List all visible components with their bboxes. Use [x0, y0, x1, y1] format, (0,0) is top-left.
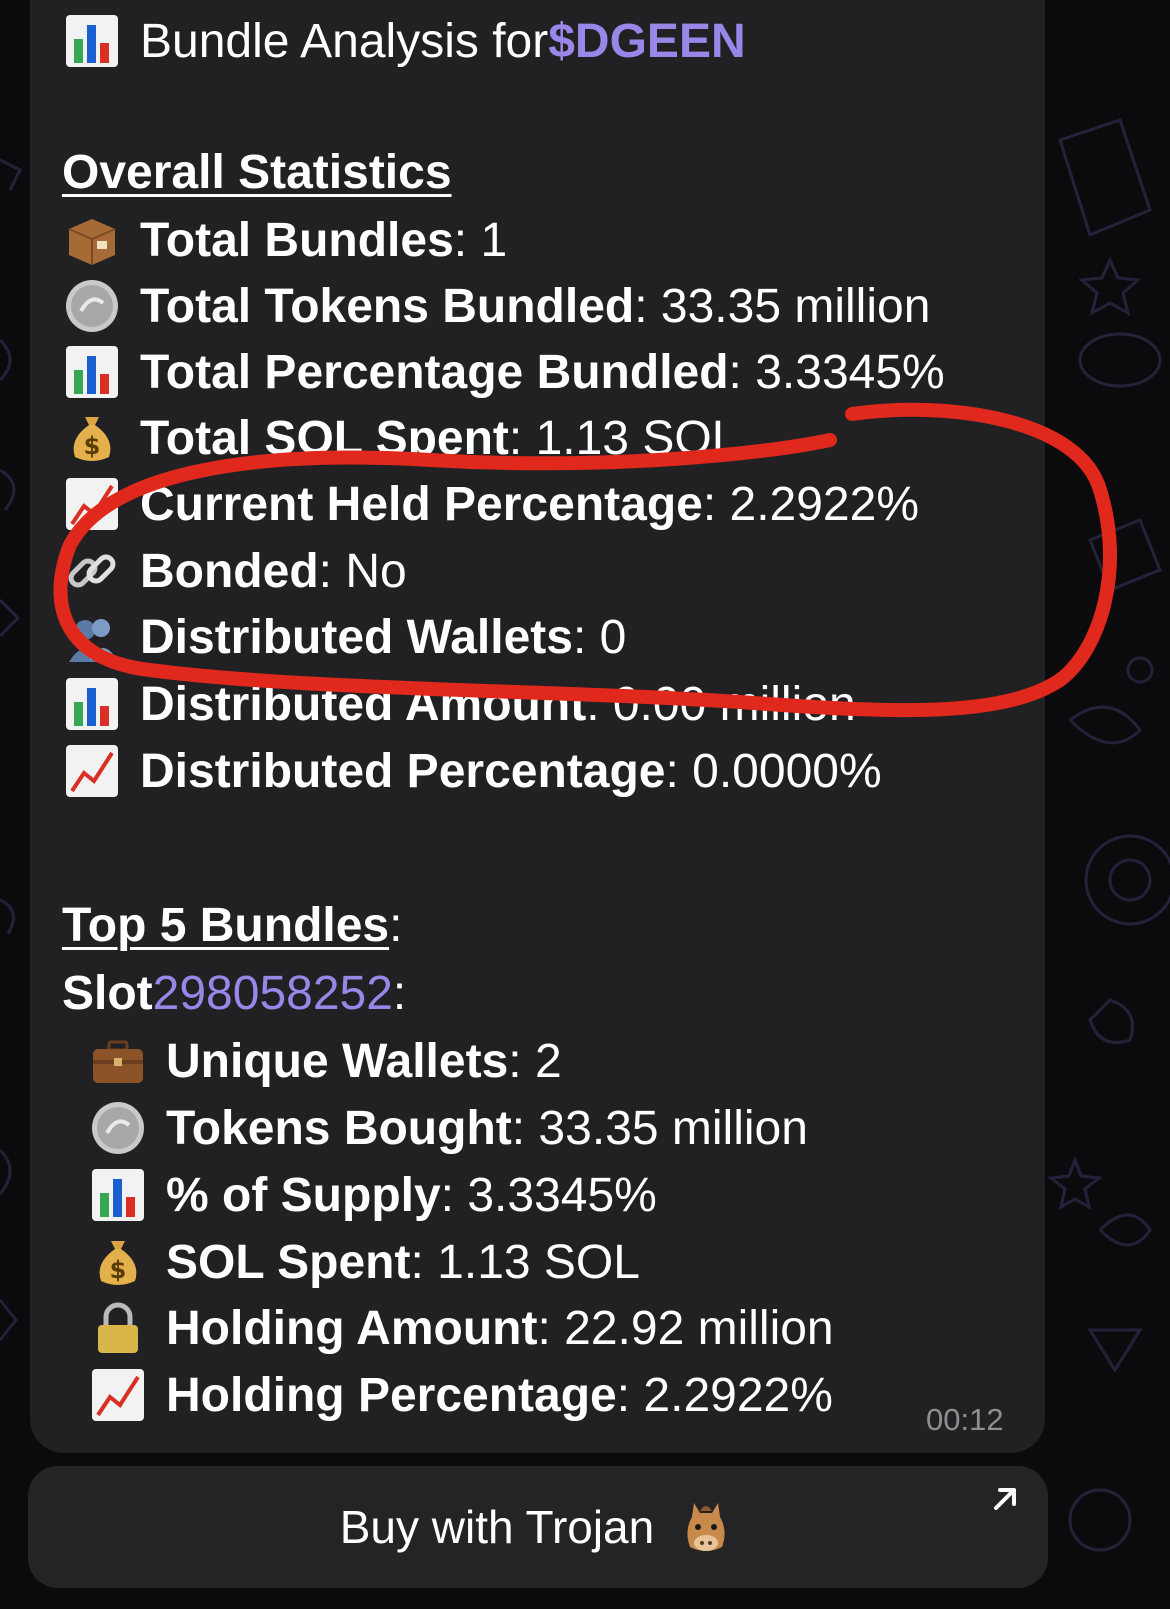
- row-holding-percentage: Holding Percentage: 2.2922%: [88, 1364, 833, 1426]
- lock-icon: [88, 1298, 148, 1358]
- row-holding-amount: Holding Amount: 22.92 million: [88, 1297, 834, 1359]
- row-tokens-bought: Tokens Bought: 33.35 million: [88, 1097, 808, 1159]
- row-bonded: Bonded: No: [62, 540, 407, 602]
- row-sol-spent: $ SOL Spent: 1.13 SOL: [88, 1231, 640, 1293]
- buy-with-trojan-button[interactable]: Buy with Trojan: [28, 1466, 1048, 1588]
- row-percent-of-supply: % of Supply: 3.3345%: [88, 1164, 657, 1226]
- slot-line: Slot 298058252:: [62, 966, 407, 1021]
- row-value: 2: [534, 1034, 562, 1088]
- row-value: 33.35 million: [660, 279, 931, 333]
- row-distributed-percentage: Distributed Percentage: 0.0000%: [62, 740, 882, 802]
- row-value: 3.3345%: [467, 1168, 657, 1222]
- chart-up-icon: [62, 474, 122, 534]
- message-timestamp: 00:12: [926, 1402, 1004, 1437]
- row-label: Total SOL Spent: [140, 411, 509, 465]
- row-label: Tokens Bought: [166, 1101, 512, 1155]
- row-total-tokens-bundled: Total Tokens Bundled: 33.35 million: [62, 275, 930, 337]
- money-bag-icon: $: [62, 408, 122, 468]
- row-value: 22.92 million: [564, 1301, 834, 1355]
- row-value: 1.13 SOL: [535, 411, 739, 465]
- title-text: Bundle Analysis for: [140, 14, 549, 68]
- row-label: % of Supply: [166, 1168, 441, 1222]
- row-value: 0.00 million: [612, 677, 856, 731]
- row-value: 1: [480, 213, 508, 267]
- briefcase-icon: [88, 1031, 148, 1091]
- link-icon: [62, 541, 122, 601]
- bar-chart-icon: [62, 11, 122, 71]
- row-label: Distributed Amount: [140, 677, 587, 731]
- top-bundles-heading: Top 5 Bundles:: [62, 898, 403, 952]
- row-label: Total Bundles: [140, 213, 454, 267]
- row-label: Current Held Percentage: [140, 477, 703, 531]
- row-value: 2.2922%: [729, 477, 920, 531]
- button-label: Buy with Trojan: [339, 1501, 655, 1553]
- row-value: 2.2922%: [643, 1368, 833, 1422]
- row-label: Total Tokens Bundled: [140, 279, 635, 333]
- svg-text:$: $: [84, 432, 101, 460]
- slot-number-link[interactable]: 298058252: [153, 966, 393, 1021]
- row-label: Unique Wallets: [166, 1034, 509, 1088]
- package-icon: [62, 210, 122, 270]
- overall-statistics-heading: Overall Statistics: [62, 145, 452, 199]
- chart-up-icon: [62, 741, 122, 801]
- row-distributed-wallets: Distributed Wallets: 0: [62, 606, 626, 668]
- row-total-percentage-bundled: Total Percentage Bundled: 3.3345%: [62, 341, 945, 403]
- row-label: Total Percentage Bundled: [140, 345, 729, 399]
- row-label: Holding Percentage: [166, 1368, 617, 1422]
- row-value: 0: [599, 610, 627, 664]
- slot-label: Slot: [62, 966, 153, 1020]
- people-icon: [62, 607, 122, 667]
- horse-icon: [687, 1503, 725, 1551]
- row-label: Distributed Percentage: [140, 744, 666, 798]
- row-value: 1.13 SOL: [437, 1235, 640, 1289]
- row-value: 0.0000%: [692, 744, 882, 798]
- external-arrow-icon: [994, 1488, 1016, 1510]
- coin-icon: [62, 276, 122, 336]
- row-current-held-percentage: Current Held Percentage: 2.2922%: [62, 473, 919, 535]
- message-title: Bundle Analysis for $DGEEN: [62, 6, 746, 76]
- bar-chart-icon: [62, 674, 122, 734]
- ticker-link[interactable]: $DGEEN: [548, 14, 745, 69]
- money-bag-icon: $: [88, 1232, 148, 1292]
- bar-chart-icon: [88, 1165, 148, 1225]
- row-total-sol-spent: $ Total SOL Spent: 1.13 SOL: [62, 407, 738, 469]
- chart-up-icon: [88, 1365, 148, 1425]
- svg-text:$: $: [110, 1256, 127, 1284]
- row-label: Holding Amount: [166, 1301, 538, 1355]
- row-label: SOL Spent: [166, 1235, 411, 1289]
- row-label: Bonded: [140, 544, 319, 598]
- bar-chart-icon: [62, 342, 122, 402]
- row-total-bundles: Total Bundles: 1: [62, 209, 507, 271]
- row-value: 3.3345%: [755, 345, 945, 399]
- row-label: Distributed Wallets: [140, 610, 573, 664]
- row-value: 33.35 million: [538, 1101, 808, 1155]
- coin-icon: [88, 1098, 148, 1158]
- row-unique-wallets: Unique Wallets: 2: [88, 1030, 562, 1092]
- row-value: No: [345, 544, 407, 598]
- row-distributed-amount: Distributed Amount: 0.00 million: [62, 673, 856, 735]
